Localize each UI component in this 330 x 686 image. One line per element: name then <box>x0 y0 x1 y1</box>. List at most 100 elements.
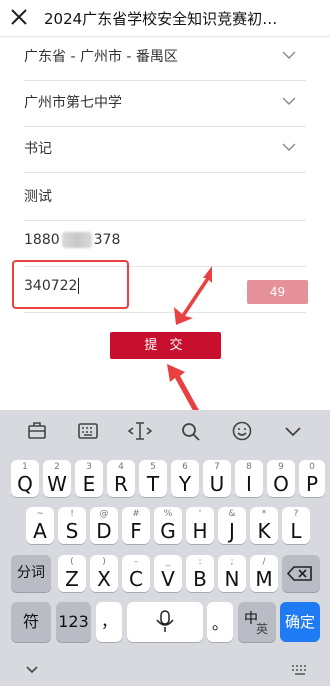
comma-key[interactable]: ， <box>96 602 122 642</box>
key-label: U <box>209 472 225 496</box>
space-key[interactable] <box>127 602 203 642</box>
key-sub: ? <box>293 509 299 519</box>
keyboard-icon[interactable] <box>75 420 101 442</box>
key-label: 。 <box>211 614 228 633</box>
segment-key[interactable]: 分词 <box>11 555 51 592</box>
key-n[interactable]: ; N <box>218 555 246 592</box>
key-f[interactable]: # F <box>122 507 150 544</box>
language-switch-key[interactable]: 中 英 <box>238 602 276 642</box>
key-label: J <box>229 519 235 543</box>
key-label: C <box>129 567 143 591</box>
key-sub: 8 <box>246 462 252 472</box>
key-sub: - <box>134 557 138 567</box>
key-label: B <box>193 567 207 591</box>
key-label: K <box>257 519 271 543</box>
key-e[interactable]: 3E <box>75 460 103 497</box>
key-label: A <box>33 519 47 543</box>
key-label: Q <box>17 472 33 496</box>
key-label: X <box>97 567 111 591</box>
key-u[interactable]: 7U <box>203 460 231 497</box>
key-h[interactable]: ' H <box>186 507 214 544</box>
key-z[interactable]: (Z <box>58 555 86 592</box>
key-o[interactable]: 9O <box>267 460 295 497</box>
key-label: Y <box>178 472 192 496</box>
symbol-key[interactable]: 符 <box>11 602 51 642</box>
key-label: M <box>255 567 273 591</box>
key-sub: 2 <box>54 462 60 472</box>
key-l[interactable]: ? L <box>282 507 310 544</box>
key-j[interactable]: & J <box>218 507 246 544</box>
keyboard-toolbar <box>0 410 330 454</box>
key-label: D <box>96 519 112 543</box>
key-b[interactable]: :B <box>186 555 214 592</box>
key-k[interactable]: * K <box>250 507 278 544</box>
key-sub: & <box>228 509 236 519</box>
key-sub: # <box>132 509 140 519</box>
key-sub: 7 <box>214 462 220 472</box>
key-sub: ) <box>102 557 106 567</box>
key-t[interactable]: 5T <box>139 460 167 497</box>
key-w[interactable]: 2W <box>43 460 71 497</box>
keyboard-switch-icon[interactable] <box>290 662 310 678</box>
key-label: E <box>82 472 96 496</box>
hide-keyboard-icon[interactable] <box>24 662 40 678</box>
enter-key[interactable]: 确定 <box>280 602 320 642</box>
key-label: L <box>290 519 302 543</box>
key-q[interactable]: 1Q <box>11 460 39 497</box>
key-sub: ' <box>198 509 202 519</box>
key-label: N <box>224 567 240 591</box>
key-sub: 9 <box>278 462 284 472</box>
key-sub: % <box>163 509 173 519</box>
key-label: G <box>160 519 176 543</box>
key-sub: ! <box>70 509 74 519</box>
key-sub: ; <box>230 557 234 567</box>
key-label: S <box>65 519 79 543</box>
key-sub: _ <box>165 557 171 567</box>
key-r[interactable]: 4R <box>107 460 135 497</box>
key-sub: : <box>198 557 202 567</box>
key-label: Z <box>65 567 79 591</box>
key-d[interactable]: @ D <box>90 507 118 544</box>
key-label: O <box>273 472 289 496</box>
key-a[interactable]: ~ A <box>26 507 54 544</box>
key-g[interactable]: % G <box>154 507 182 544</box>
key-sub: ~ <box>36 509 44 519</box>
on-screen-keyboard: 1Q 2W 3E 4R 5T 6Y 7U 8I 9O 0P ~ A ! S @ D #… <box>0 410 330 686</box>
key-label: F <box>130 519 142 543</box>
key-label: R <box>114 472 128 496</box>
key-label: V <box>161 567 175 591</box>
keyboard-bottom-bar <box>0 654 330 686</box>
key-c[interactable]: -C <box>122 555 150 592</box>
search-icon[interactable] <box>178 420 204 442</box>
key-p[interactable]: 0P <box>299 460 325 497</box>
number-key[interactable]: 123 <box>56 602 91 642</box>
key-v[interactable]: _ V <box>154 555 182 592</box>
collapse-keyboard-icon[interactable] <box>280 420 306 442</box>
key-sub: 0 <box>309 462 315 472</box>
toolbox-icon[interactable] <box>24 420 50 442</box>
backspace-key[interactable] <box>282 555 320 592</box>
emoji-icon[interactable] <box>229 420 255 442</box>
key-y[interactable]: 6Y <box>171 460 199 497</box>
cursor-move-icon[interactable] <box>127 420 153 442</box>
key-label: ， <box>100 612 117 631</box>
period-key[interactable]: 。 <box>207 602 233 642</box>
key-i[interactable]: 8I <box>235 460 263 497</box>
key-sub: @ <box>99 509 109 519</box>
key-sub: 5 <box>150 462 156 472</box>
english-label: 英 <box>256 622 269 636</box>
annotation-arrows <box>167 266 212 416</box>
key-sub: 1 <box>22 462 28 472</box>
key-label: T <box>146 472 160 496</box>
key-s[interactable]: ! S <box>58 507 86 544</box>
backspace-icon <box>286 566 312 581</box>
annotation-arrow-up <box>174 266 212 325</box>
key-m[interactable]: / M <box>250 555 278 592</box>
key-label: I <box>246 472 252 496</box>
microphone-icon <box>156 610 174 632</box>
key-sub: 4 <box>118 462 124 472</box>
key-sub: 6 <box>182 462 188 472</box>
key-sub: 3 <box>86 462 92 472</box>
annotation-arrow-down <box>167 364 201 416</box>
key-x[interactable]: ) X <box>90 555 118 592</box>
